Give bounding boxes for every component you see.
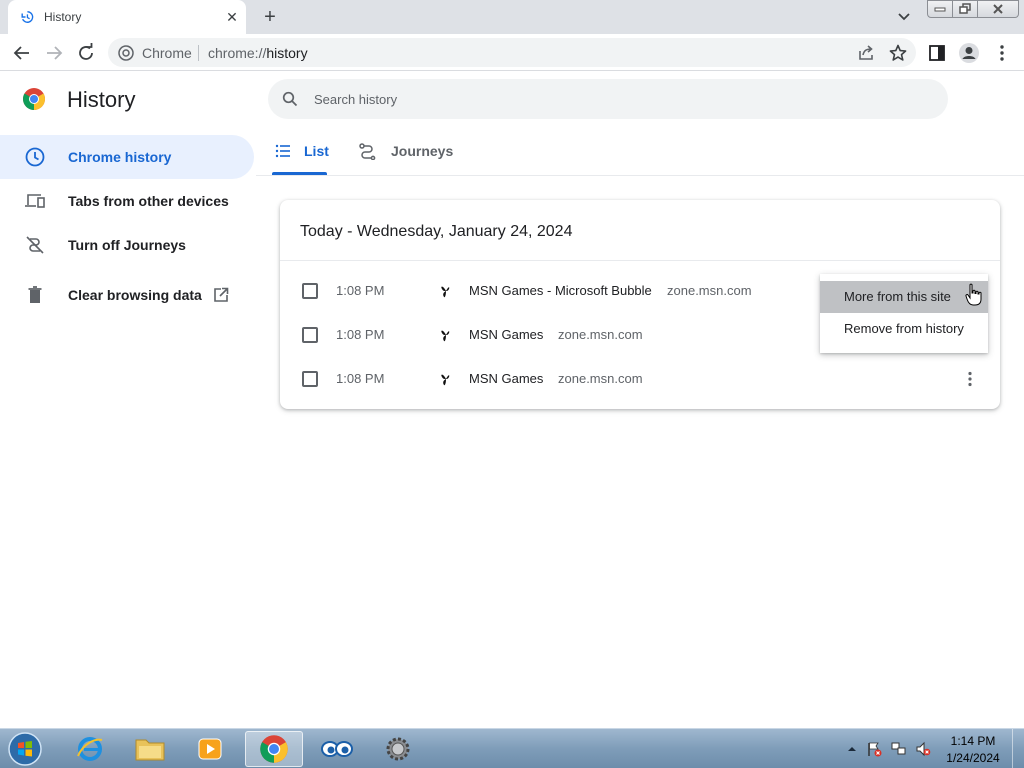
tab-journeys[interactable]: Journeys <box>358 136 458 176</box>
browser-tab-history[interactable]: History ✕ <box>8 0 246 34</box>
windows-taskbar: 1:14 PM 1/24/2024 <box>0 728 1024 768</box>
minimize-icon <box>934 7 946 12</box>
back-arrow-icon[interactable] <box>11 42 33 64</box>
sidebar-item-clear-browsing-data[interactable]: Clear browsing data <box>0 273 254 317</box>
taskbar-eyes-app[interactable] <box>308 731 366 767</box>
history-row[interactable]: 1:08 PM MSN Games zone.msn.com <box>280 357 1000 401</box>
close-tab-icon[interactable]: ✕ <box>224 9 240 25</box>
url-scheme: chrome:// <box>208 45 267 61</box>
butterfly-icon <box>441 374 450 386</box>
row-domain: zone.msn.com <box>667 283 752 298</box>
search-history-box[interactable] <box>268 79 948 119</box>
clock-date[interactable]: 1/24/2024 <box>940 751 1006 765</box>
omnibox-separator <box>198 45 199 61</box>
card-divider <box>280 260 1000 261</box>
share-icon[interactable] <box>855 42 877 64</box>
row-domain: zone.msn.com <box>558 371 643 386</box>
forward-arrow-icon[interactable] <box>43 42 65 64</box>
menu-item-remove-from-history[interactable]: Remove from history <box>820 313 988 345</box>
sidebar-item-label: Clear browsing data <box>68 287 202 303</box>
clock-icon <box>25 147 45 167</box>
url-host: history <box>266 45 308 61</box>
search-input[interactable] <box>314 89 914 109</box>
sidebar-item-label: Turn off Journeys <box>68 237 186 253</box>
eyes-icon <box>321 741 353 757</box>
tab-strip: History ✕ + <box>0 0 1024 34</box>
sidebar-item-tabs-other-devices[interactable]: Tabs from other devices <box>0 179 254 223</box>
sidebar-item-chrome-history[interactable]: Chrome history <box>0 135 254 179</box>
sidebar-item-label: Tabs from other devices <box>68 193 229 209</box>
clock-time[interactable]: 1:14 PM <box>940 734 1006 748</box>
omnibox-chip: Chrome <box>142 45 192 61</box>
gear-icon <box>386 737 410 761</box>
journeys-off-icon <box>26 236 44 254</box>
history-icon <box>21 11 34 23</box>
trash-icon <box>28 286 42 303</box>
new-tab-button[interactable]: + <box>259 6 281 28</box>
side-panel-icon[interactable] <box>926 42 948 64</box>
star-icon[interactable] <box>887 42 909 64</box>
butterfly-icon <box>441 286 450 298</box>
restore-button[interactable] <box>952 0 978 18</box>
row-checkbox[interactable] <box>302 371 318 387</box>
chevron-down-icon[interactable] <box>894 8 914 26</box>
close-icon <box>993 4 1003 14</box>
chrome-logo-icon <box>23 88 45 110</box>
row-time: 1:08 PM <box>336 283 385 298</box>
taskbar-settings-app[interactable] <box>369 731 427 767</box>
row-checkbox[interactable] <box>302 327 318 343</box>
action-center-flag-icon[interactable] <box>866 741 882 757</box>
row-time: 1:08 PM <box>336 371 385 386</box>
minimize-button[interactable] <box>927 0 953 18</box>
row-domain: zone.msn.com <box>558 327 643 342</box>
taskbar-chrome[interactable] <box>245 731 303 767</box>
row-time: 1:08 PM <box>336 327 385 342</box>
more-actions-icon[interactable] <box>960 369 980 389</box>
page-title: History <box>67 87 136 112</box>
tab-label: List <box>304 143 329 159</box>
volume-muted-icon[interactable] <box>915 741 931 757</box>
url-text: chrome://history <box>208 45 308 61</box>
close-window-button[interactable] <box>977 0 1019 18</box>
date-heading: Today - Wednesday, January 24, 2024 <box>300 223 573 240</box>
show-desktop-button[interactable] <box>1012 729 1024 768</box>
row-title[interactable]: MSN Games - Microsoft Bubble <box>469 283 652 298</box>
taskbar-file-explorer[interactable] <box>121 731 179 767</box>
external-link-icon <box>214 287 229 302</box>
browser-toolbar: Chrome chrome://history <box>0 34 1024 71</box>
chrome-icon <box>118 45 134 61</box>
taskbar-internet-explorer[interactable] <box>61 731 119 767</box>
restore-icon <box>959 3 971 14</box>
row-context-menu: More from this site Remove from history <box>820 274 988 353</box>
row-title[interactable]: MSN Games <box>469 371 543 386</box>
list-icon <box>275 144 290 158</box>
search-icon <box>282 91 298 107</box>
internet-explorer-icon <box>77 737 103 761</box>
profile-avatar-icon[interactable] <box>958 42 980 64</box>
row-title[interactable]: MSN Games <box>469 327 543 342</box>
journeys-icon <box>359 143 376 160</box>
chevron-up-icon[interactable] <box>844 741 860 757</box>
tab-label: Journeys <box>391 143 454 159</box>
butterfly-icon <box>441 330 450 342</box>
taskbar-media-player[interactable] <box>181 731 239 767</box>
folder-icon <box>135 739 165 761</box>
tabs-divider <box>256 175 1024 176</box>
sidebar-item-label: Chrome history <box>68 149 172 165</box>
address-bar[interactable]: Chrome chrome://history <box>108 38 916 67</box>
media-player-icon <box>198 738 222 760</box>
windows-start-icon[interactable] <box>4 730 46 768</box>
devices-icon <box>25 194 45 208</box>
tab-title: History <box>44 10 82 24</box>
row-checkbox[interactable] <box>302 283 318 299</box>
tab-list[interactable]: List <box>272 136 329 176</box>
more-options-icon[interactable] <box>991 42 1013 64</box>
reload-icon[interactable] <box>75 42 97 64</box>
network-icon[interactable] <box>891 741 907 757</box>
hand-cursor-icon <box>965 283 982 306</box>
menu-item-more-from-site[interactable]: More from this site <box>820 281 988 313</box>
chrome-icon <box>260 735 288 763</box>
sidebar-item-turn-off-journeys[interactable]: Turn off Journeys <box>0 223 254 267</box>
